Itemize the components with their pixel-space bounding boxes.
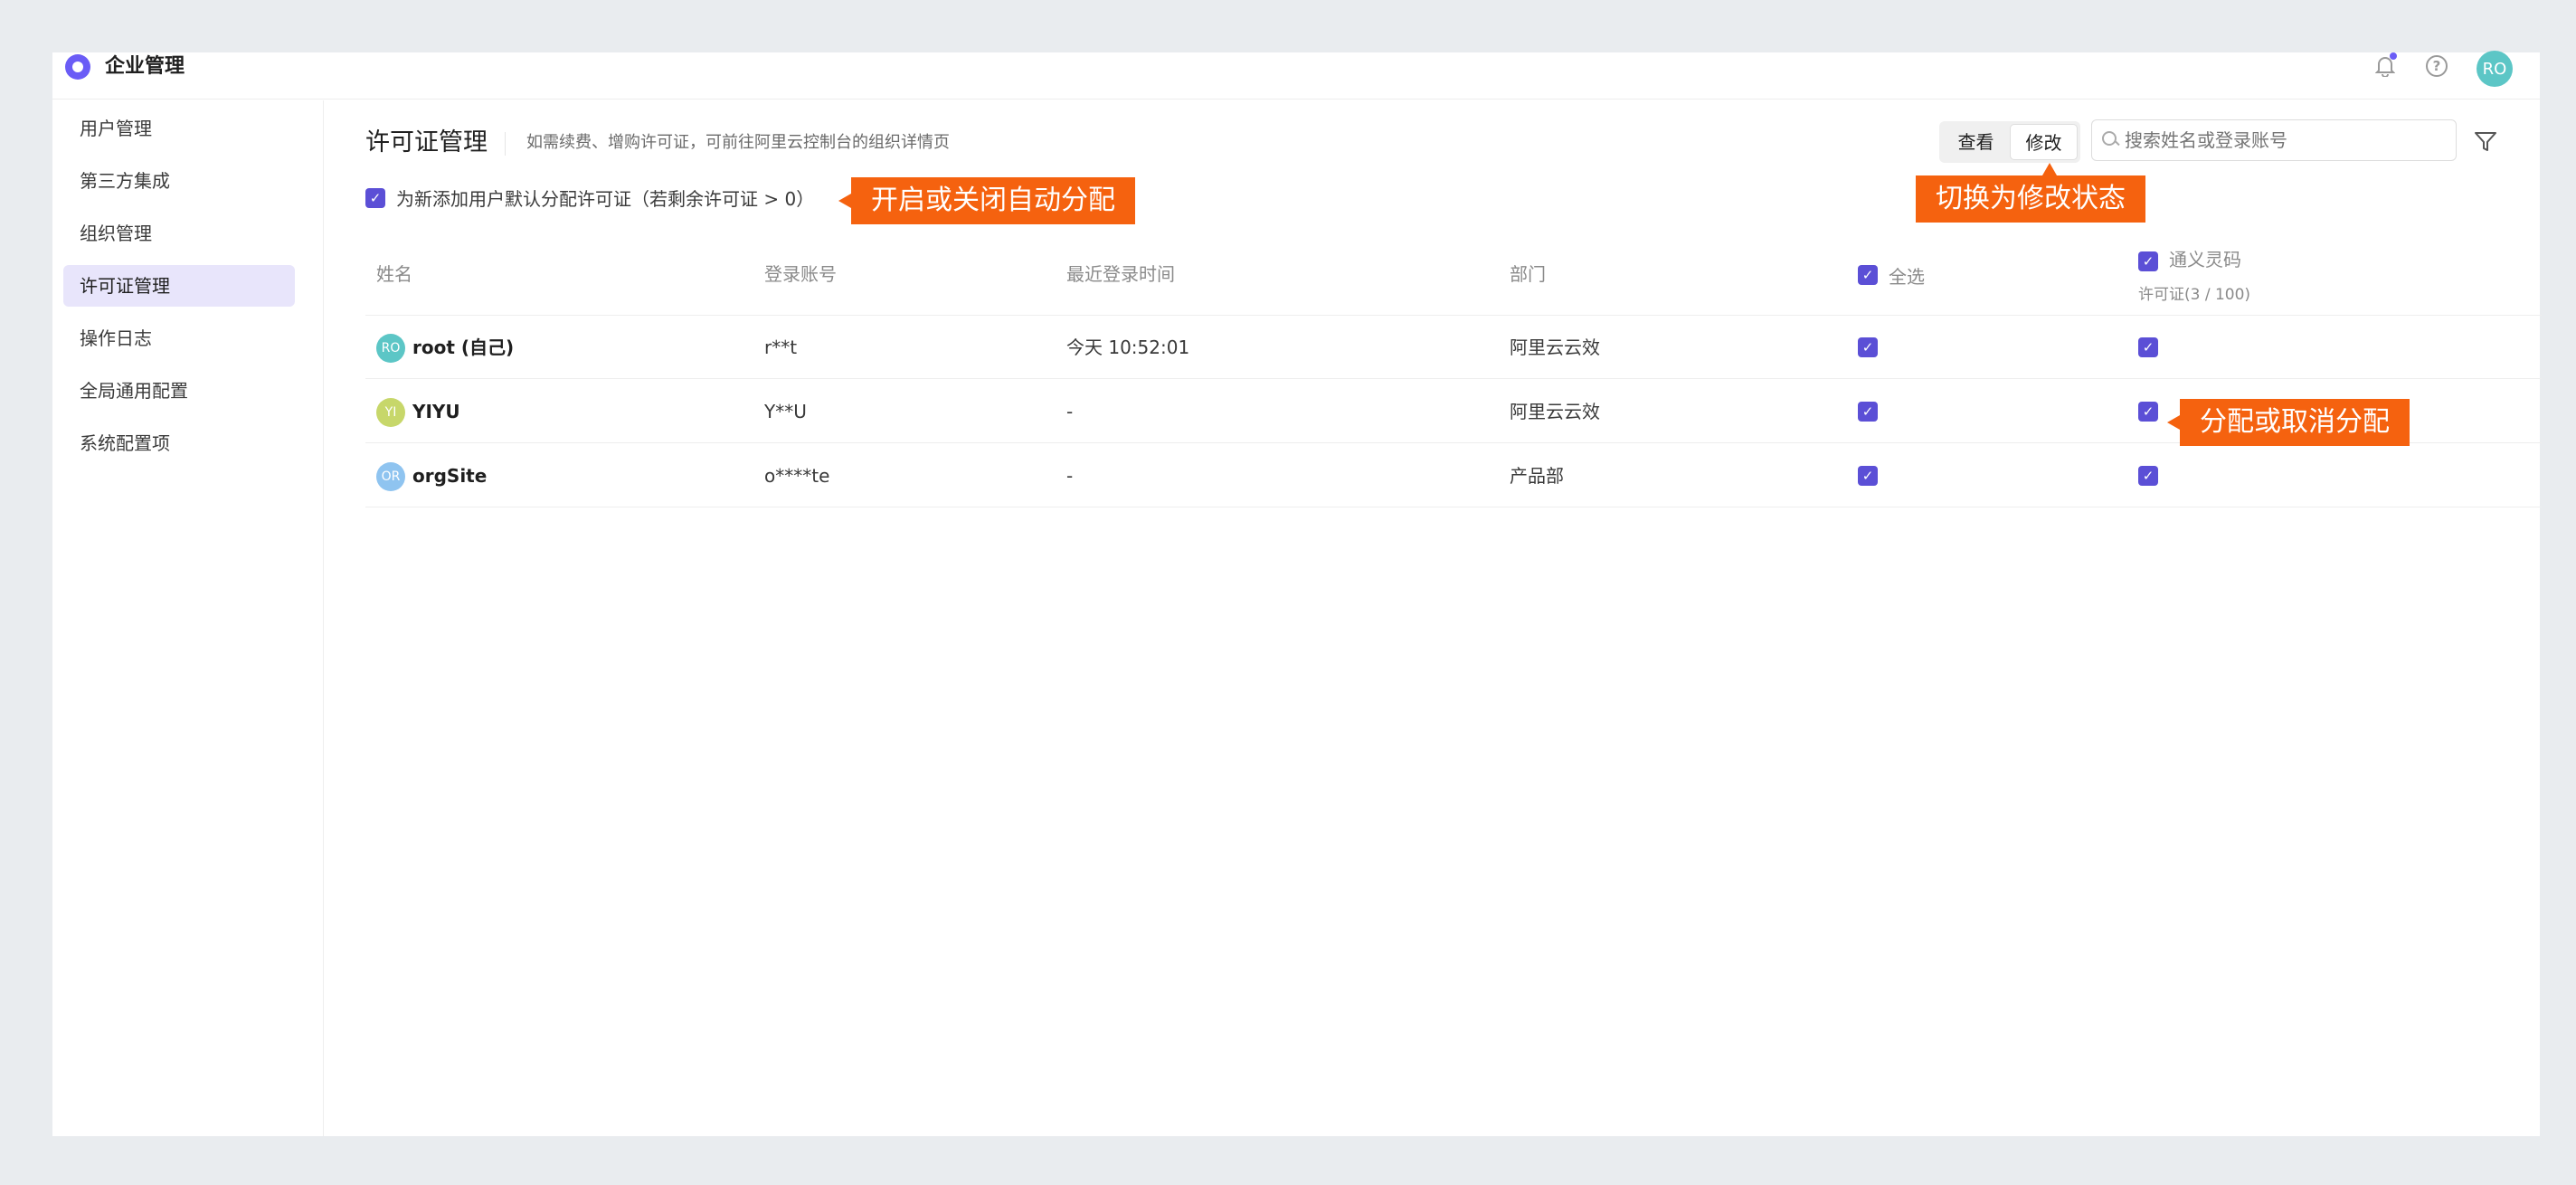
- column-header-department: 部门: [1510, 263, 1546, 285]
- page-description: 如需续费、增购许可证，可前往阿里云控制台的组织详情页: [526, 133, 950, 152]
- help-glyph: ?: [2426, 55, 2448, 77]
- table-row: OR orgSite o****te - 产品部 ✓ ✓: [365, 444, 2542, 507]
- view-button[interactable]: 查看: [1942, 124, 2010, 160]
- row-last-login: -: [1066, 401, 1074, 422]
- view-mode-toggle: 查看 修改: [1939, 121, 2080, 163]
- row-department: 产品部: [1510, 465, 1564, 487]
- search-box: [2091, 119, 2457, 161]
- select-all-label: 全选: [1889, 266, 1925, 288]
- row-name: root (自己): [412, 337, 515, 358]
- app-window: 企业管理 ? RO 用户管理 第三方集成 组织管理 许可证管理 操作日志 全局通…: [52, 51, 2542, 1136]
- row-license-checkbox[interactable]: ✓: [2138, 466, 2158, 486]
- title-divider: [505, 132, 506, 156]
- row-license-checkbox[interactable]: ✓: [2138, 337, 2158, 357]
- sidebar-item-integrations[interactable]: 第三方集成: [63, 160, 295, 202]
- search-icon: [2101, 130, 2121, 150]
- bell-icon[interactable]: [2372, 52, 2399, 80]
- row-avatar: YI: [376, 398, 405, 427]
- sidebar-item-audit-log[interactable]: 操作日志: [63, 318, 295, 359]
- help-icon[interactable]: ?: [2423, 52, 2450, 80]
- auto-assign-checkbox[interactable]: ✓: [365, 188, 385, 208]
- row-select-checkbox[interactable]: ✓: [1858, 466, 1878, 486]
- sidebar-item-system-config[interactable]: 系统配置项: [63, 422, 295, 464]
- column-header-license: 通义灵码: [2169, 249, 2241, 270]
- row-department: 阿里云云效: [1510, 337, 1600, 358]
- row-license-checkbox[interactable]: ✓: [2138, 402, 2158, 422]
- row-avatar: OR: [376, 462, 405, 491]
- search-input[interactable]: [2125, 129, 2441, 151]
- edit-button[interactable]: 修改: [2010, 124, 2078, 160]
- row-last-login: -: [1066, 465, 1074, 487]
- top-bar: 企业管理 ? RO: [52, 51, 2540, 100]
- license-column-checkbox[interactable]: ✓: [2138, 251, 2158, 271]
- row-account: Y**U: [764, 401, 807, 422]
- sidebar-item-global-config[interactable]: 全局通用配置: [63, 370, 295, 412]
- column-header-account: 登录账号: [764, 263, 837, 285]
- row-select-checkbox[interactable]: ✓: [1858, 337, 1878, 357]
- callout-switch-mode: 切换为修改状态: [1916, 163, 2145, 223]
- sidebar-item-users[interactable]: 用户管理: [63, 108, 295, 149]
- auto-assign-label: 为新添加用户默认分配许可证（若剩余许可证 > 0）: [396, 188, 815, 210]
- sidebar-item-organization[interactable]: 组织管理: [63, 213, 295, 254]
- row-name: orgSite: [412, 465, 488, 487]
- filter-icon[interactable]: [2473, 130, 2498, 154]
- callout-auto-assign: 开启或关闭自动分配: [838, 177, 1135, 224]
- notification-dot: [2390, 52, 2397, 60]
- select-all-checkbox[interactable]: ✓: [1858, 265, 1878, 285]
- sidebar-item-licenses[interactable]: 许可证管理: [63, 265, 295, 307]
- user-avatar[interactable]: RO: [2477, 51, 2513, 87]
- column-header-last-login: 最近登录时间: [1066, 263, 1175, 285]
- row-account: r**t: [764, 337, 798, 358]
- row-name: YIYU: [412, 401, 460, 422]
- page-title: 许可证管理: [365, 128, 488, 156]
- table-row: RO root (自己) r**t 今天 10:52:01 阿里云云效 ✓ ✓: [365, 316, 2542, 379]
- row-avatar: RO: [376, 334, 405, 363]
- app-title: 企业管理: [105, 55, 185, 78]
- column-header-name: 姓名: [376, 263, 412, 285]
- row-last-login: 今天 10:52:01: [1066, 337, 1190, 358]
- sidebar: 用户管理 第三方集成 组织管理 许可证管理 操作日志 全局通用配置 系统配置项: [52, 100, 324, 1136]
- callout-assign: 分配或取消分配: [2167, 399, 2410, 446]
- license-usage: 许可证(3 / 100): [2138, 286, 2251, 304]
- row-select-checkbox[interactable]: ✓: [1858, 402, 1878, 422]
- row-department: 阿里云云效: [1510, 401, 1600, 422]
- row-account: o****te: [764, 465, 830, 487]
- app-logo-icon: [65, 54, 90, 80]
